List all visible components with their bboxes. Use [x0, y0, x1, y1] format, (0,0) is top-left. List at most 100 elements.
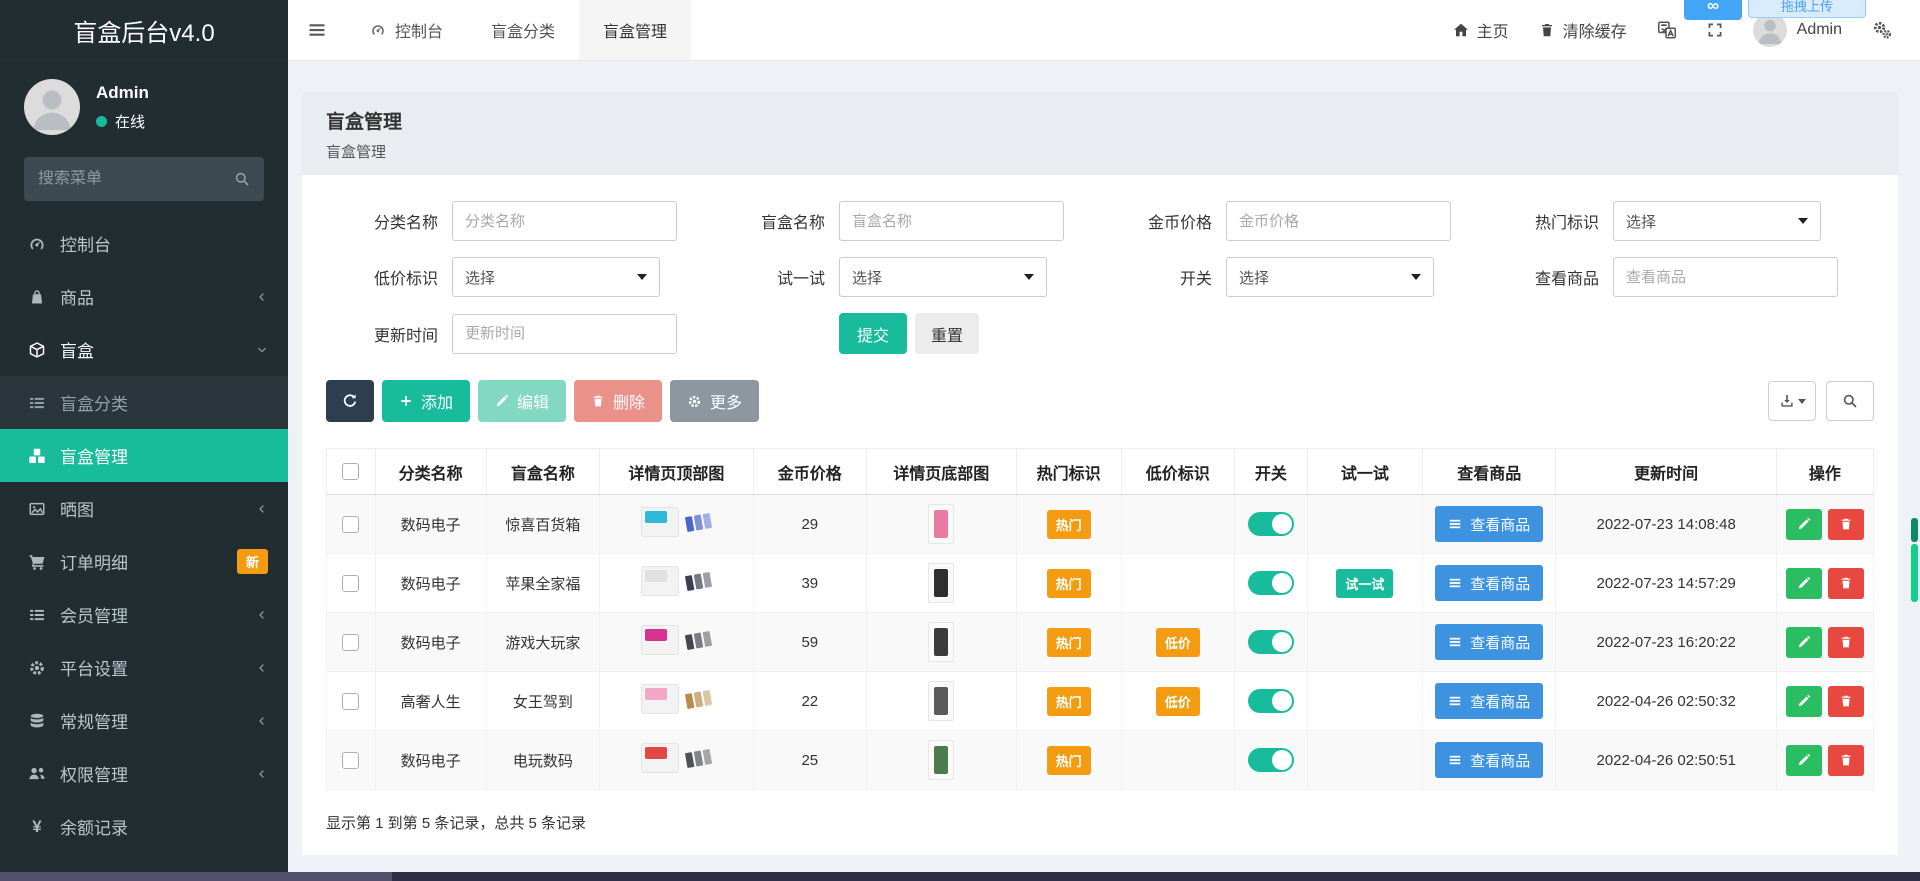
- view-goods-button[interactable]: 查看商品: [1435, 624, 1544, 660]
- row-actions: [1777, 626, 1873, 658]
- view-goods-button[interactable]: 查看商品: [1435, 683, 1544, 719]
- edit-toolbar-button[interactable]: 编辑: [478, 380, 567, 422]
- menu-search-button[interactable]: [234, 171, 250, 187]
- filter-label: 低价标识: [373, 271, 438, 288]
- sidebar-item-1[interactable]: 商品: [0, 270, 288, 323]
- edit-button[interactable]: [1785, 626, 1822, 658]
- sidebar-item-8[interactable]: 平台设置: [0, 641, 288, 694]
- scrollbar-segment[interactable]: [1911, 518, 1918, 542]
- fullscreen-icon[interactable]: [1707, 22, 1723, 38]
- add-button[interactable]: 添加: [382, 380, 471, 422]
- edit-button[interactable]: [1785, 744, 1822, 776]
- delete-toolbar-button[interactable]: 删除: [574, 380, 663, 422]
- sidebar-item-4[interactable]: 盲盒管理: [0, 429, 288, 482]
- submit-button[interactable]: 提交: [839, 313, 908, 354]
- more-button[interactable]: 更多: [670, 380, 760, 422]
- reset-button[interactable]: 重置: [915, 313, 980, 354]
- tab-console[interactable]: 控制台: [346, 0, 467, 60]
- edit-button[interactable]: [1785, 685, 1822, 717]
- coin-price-input[interactable]: [1226, 201, 1451, 241]
- switch-toggle[interactable]: [1247, 689, 1294, 713]
- export-icon: [1779, 393, 1795, 409]
- drag-upload-widget[interactable]: ∞ 拖拽上传: [1684, 0, 1866, 20]
- switch-toggle[interactable]: [1247, 748, 1294, 772]
- view-goods-button[interactable]: 查看商品: [1435, 506, 1544, 542]
- row-checkbox[interactable]: [342, 574, 360, 592]
- page-subtitle: 盲盒管理: [326, 144, 387, 161]
- hot-flag-select[interactable]: 选择: [1613, 201, 1821, 241]
- clear-cache-link[interactable]: 清除缓存: [1539, 18, 1627, 42]
- category-name-input[interactable]: [452, 201, 677, 241]
- edit-button[interactable]: [1785, 508, 1822, 540]
- list-alt-icon: [28, 394, 46, 412]
- sidebar-item-label: 平台设置: [60, 660, 128, 679]
- sidebar-item-5[interactable]: 晒图: [0, 482, 288, 535]
- view-goods-button[interactable]: 查看商品: [1435, 565, 1544, 601]
- tab-blindbox-manage[interactable]: 盲盒管理: [579, 0, 692, 60]
- view-goods-button[interactable]: 查看商品: [1435, 742, 1544, 778]
- chevron-left-icon: [256, 715, 268, 727]
- try-select[interactable]: 选择: [839, 257, 1047, 297]
- chevron-left-icon: [256, 291, 268, 303]
- delete-button[interactable]: [1827, 685, 1864, 717]
- box-name-cell: 游戏大玩家: [505, 634, 581, 652]
- box-name-input[interactable]: [839, 201, 1064, 241]
- sidebar-toggle-button[interactable]: [288, 0, 346, 60]
- delete-button[interactable]: [1827, 626, 1864, 658]
- view-goods-input[interactable]: [1613, 257, 1838, 297]
- sidebar-item-6[interactable]: 订单明细 新: [0, 535, 288, 588]
- list-icon: [1448, 753, 1462, 767]
- trash-icon: [1839, 517, 1853, 531]
- list-icon: [1448, 517, 1462, 531]
- menu-search-input[interactable]: [38, 170, 234, 188]
- expand-glyph: [1707, 22, 1723, 38]
- row-checkbox[interactable]: [342, 515, 360, 533]
- switch-toggle[interactable]: [1247, 571, 1294, 595]
- switch-select[interactable]: 选择: [1226, 257, 1434, 297]
- upload-infinity-icon[interactable]: ∞: [1684, 0, 1742, 20]
- switch-toggle[interactable]: [1247, 630, 1294, 654]
- caret-down-icon: [1411, 274, 1421, 280]
- sidebar-item-11[interactable]: ¥ 余额记录: [0, 800, 288, 853]
- export-button[interactable]: [1768, 381, 1816, 421]
- scrollbar-indicator[interactable]: [1911, 518, 1918, 602]
- sidebar-item-10[interactable]: 权限管理: [0, 747, 288, 800]
- edit-button[interactable]: [1785, 567, 1822, 599]
- delete-button[interactable]: [1827, 744, 1864, 776]
- row-checkbox[interactable]: [342, 692, 360, 710]
- table-search-button[interactable]: [1826, 381, 1874, 421]
- refresh-button[interactable]: [326, 380, 374, 422]
- sidebar-item-0[interactable]: 控制台: [0, 217, 288, 270]
- tab-blindbox-category[interactable]: 盲盒分类: [467, 0, 579, 60]
- box-name-cell: 电玩数码: [512, 752, 573, 770]
- sidebar-item-9[interactable]: 常规管理: [0, 694, 288, 747]
- settings-gears-icon[interactable]: [1872, 20, 1892, 40]
- delete-button[interactable]: [1827, 508, 1864, 540]
- sidebar-item-2[interactable]: 盲盒: [0, 323, 288, 376]
- home-link[interactable]: 主页: [1453, 18, 1509, 42]
- select-value: 选择: [465, 269, 496, 287]
- status-label: 在线: [115, 113, 146, 131]
- delete-label: 删除: [613, 395, 646, 412]
- switch-toggle[interactable]: [1247, 512, 1294, 536]
- sidebar-menu: 控制台 商品 盲盒 盲盒分类 盲盒管理 晒图 订单明细 新会员管理平台设置常规管理权限管理 ¥ 余…: [0, 217, 288, 881]
- list-icon: [1448, 635, 1462, 649]
- username-label: Admin: [1796, 21, 1842, 38]
- app-logo[interactable]: 盲盒后台v4.0: [0, 0, 288, 61]
- add-label: 添加: [421, 395, 454, 412]
- language-icon[interactable]: [1657, 20, 1677, 40]
- search-icon: [1842, 393, 1858, 409]
- pencil-icon: [1797, 694, 1811, 708]
- sidebar-item-label: 常规管理: [60, 713, 128, 732]
- delete-button[interactable]: [1827, 567, 1864, 599]
- sidebar-item-3[interactable]: 盲盒分类: [0, 376, 288, 429]
- row-checkbox[interactable]: [342, 633, 360, 651]
- bottom-image-thumbnail: [928, 681, 955, 721]
- update-time-input[interactable]: [452, 313, 677, 354]
- select-all-checkbox[interactable]: [342, 462, 360, 480]
- sidebar-item-7[interactable]: 会员管理: [0, 588, 288, 641]
- chevron-down-icon: [256, 344, 268, 356]
- row-checkbox[interactable]: [342, 751, 360, 769]
- scrollbar-thumb[interactable]: [1911, 544, 1918, 602]
- cheap-flag-select[interactable]: 选择: [452, 257, 660, 297]
